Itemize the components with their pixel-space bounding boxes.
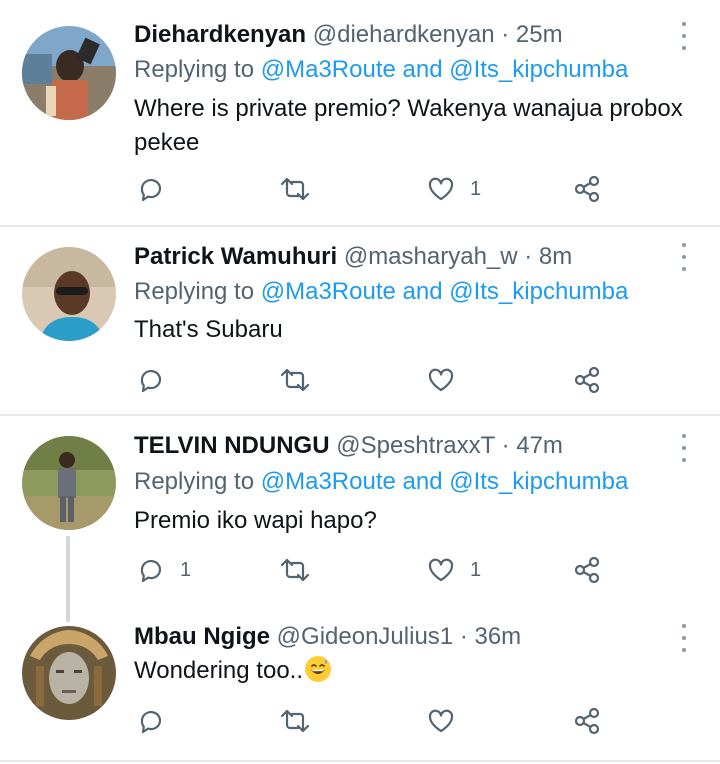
tweet-time: · 25m <box>501 21 563 48</box>
avatar[interactable] <box>22 247 116 341</box>
avatar[interactable] <box>22 436 116 530</box>
reply-button[interactable] <box>136 706 180 736</box>
tweet-time: · 36m <box>459 623 522 650</box>
retweet-icon <box>280 177 310 201</box>
avatar-image <box>22 26 116 120</box>
retweet-icon <box>280 558 310 582</box>
author-name[interactable]: TELVIN NDUNGU <box>134 432 330 459</box>
avatar[interactable] <box>22 26 116 120</box>
like-button[interactable]: 1 <box>426 174 481 204</box>
heart-icon <box>428 558 454 582</box>
reply-button[interactable]: 1 <box>136 555 191 585</box>
retweet-button[interactable] <box>278 706 312 736</box>
more-options-icon[interactable] <box>676 434 692 462</box>
tweet-2[interactable]: Patrick Wamuhuri @masharyah_w · 8m Reply… <box>0 227 720 415</box>
reply-button[interactable] <box>136 365 180 395</box>
retweet-button[interactable] <box>278 365 312 395</box>
tweet-actions: 1 <box>0 174 720 204</box>
author-name[interactable]: Diehardkenyan <box>134 21 306 48</box>
replying-prefix: Replying to <box>134 56 261 83</box>
replying-to-link[interactable]: @Ma3Route and @Its_kipchumba <box>261 468 629 495</box>
like-button[interactable] <box>426 706 470 736</box>
share-icon <box>574 366 600 394</box>
replying-prefix: Replying to <box>134 468 261 495</box>
tweet-text: Where is private premio? Wakenya wanajua… <box>134 95 683 156</box>
reply-button[interactable] <box>136 174 180 204</box>
tweet-time: · 47m <box>501 432 563 459</box>
more-options-icon[interactable] <box>676 22 692 50</box>
tweet-actions <box>0 706 720 736</box>
share-icon <box>574 707 600 735</box>
like-button[interactable]: 1 <box>426 555 481 585</box>
author-name[interactable]: Mbau Ngige <box>134 623 270 650</box>
reply-icon <box>140 178 162 202</box>
replying-prefix: Replying to <box>134 278 261 305</box>
heart-icon <box>428 709 454 733</box>
share-button[interactable] <box>572 365 602 395</box>
retweet-button[interactable] <box>278 555 312 585</box>
avatar-image <box>22 247 116 341</box>
like-count: 1 <box>470 558 482 581</box>
tweet-text: That's Subaru <box>134 316 283 343</box>
reply-icon <box>140 559 162 583</box>
replying-to: Replying to @Ma3Route and @Its_kipchumba <box>134 467 628 497</box>
author-handle[interactable]: @SpeshtraxxT <box>336 432 495 459</box>
replying-to: Replying to @Ma3Route and @Its_kipchumba <box>134 55 628 85</box>
share-icon <box>574 175 600 203</box>
divider <box>0 760 720 762</box>
tweet-1[interactable]: Diehardkenyan @diehardkenyan · 25m Reply… <box>0 0 720 226</box>
heart-icon <box>428 368 454 392</box>
author-handle[interactable]: @GideonJulius1 <box>277 623 453 650</box>
heart-icon <box>428 177 454 201</box>
like-count: 1 <box>470 177 482 200</box>
retweet-icon <box>280 368 310 392</box>
tweet-3[interactable]: TELVIN NDUNGU @SpeshtraxxT · 47m Replyin… <box>0 416 720 622</box>
share-button[interactable] <box>572 174 602 204</box>
tweet-text: Wondering too.. <box>134 657 303 684</box>
reply-icon <box>140 710 162 734</box>
author-handle[interactable]: @diehardkenyan <box>313 21 495 48</box>
tweet-actions: 1 1 <box>0 555 720 585</box>
tweet-actions <box>0 365 720 395</box>
replying-to: Replying to @Ma3Route and @Its_kipchumba <box>134 277 628 307</box>
reply-count: 1 <box>180 558 192 581</box>
share-button[interactable] <box>572 706 602 736</box>
author-handle[interactable]: @masharyah_w <box>344 243 518 270</box>
tweet-4[interactable]: Mbau Ngige @GideonJulius1 · 36m Wonderin… <box>0 612 720 762</box>
share-button[interactable] <box>572 555 602 585</box>
replying-to-link[interactable]: @Ma3Route and @Its_kipchumba <box>261 56 629 83</box>
retweet-button[interactable] <box>278 174 312 204</box>
avatar-image <box>22 436 116 530</box>
more-options-icon[interactable] <box>676 624 692 652</box>
replying-to-link[interactable]: @Ma3Route and @Its_kipchumba <box>261 278 629 305</box>
more-options-icon[interactable] <box>676 243 692 271</box>
tweet-body: Wondering too.. <box>134 654 704 688</box>
tweet-time: · 8m <box>524 243 573 270</box>
retweet-icon <box>280 709 310 733</box>
reply-icon <box>140 369 162 393</box>
tweet-text: Premio iko wapi hapo? <box>134 507 377 534</box>
author-name[interactable]: Patrick Wamuhuri <box>134 243 337 270</box>
like-button[interactable] <box>426 365 470 395</box>
grinning-face-with-sweat-icon <box>305 656 331 682</box>
share-icon <box>574 556 600 584</box>
